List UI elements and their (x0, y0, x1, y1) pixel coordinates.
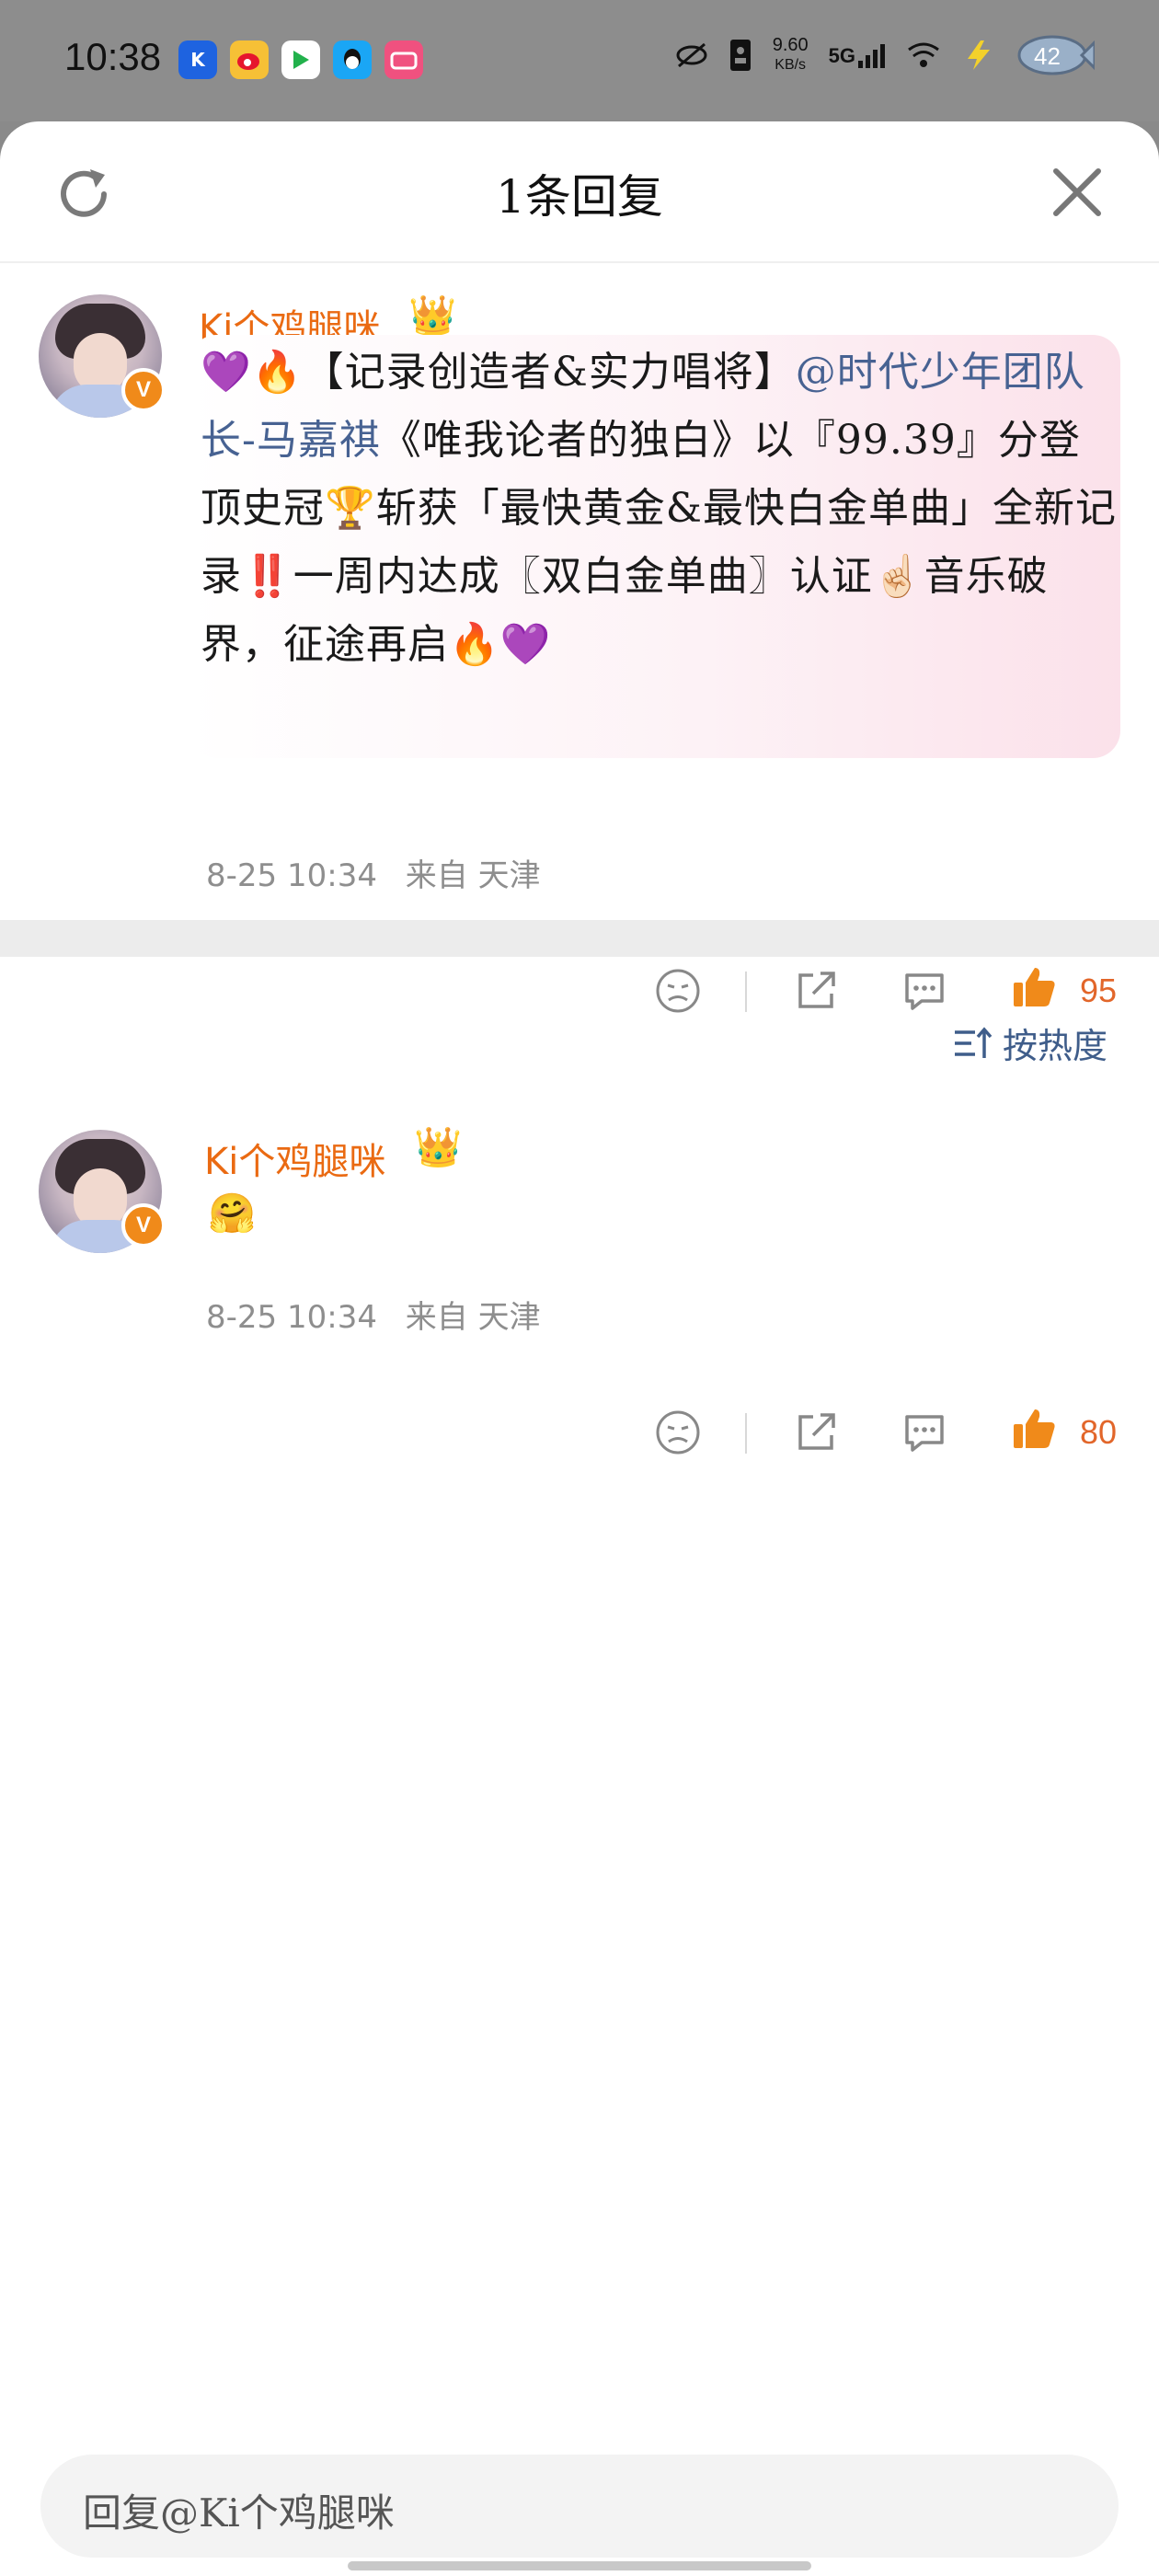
reply-emoji: 🤗 (208, 1190, 257, 1236)
reply-location: 来自 天津 (405, 1299, 541, 1336)
battery-indicator: 42 (1016, 31, 1096, 79)
notification-app-icons: K (178, 40, 423, 79)
avatar[interactable]: V (39, 1130, 166, 1253)
eye-off-icon (676, 42, 707, 68)
status-bar: 10:38 K 9.60 KB/s 5G 42 (0, 0, 1159, 121)
comment-text-part: 💜🔥【记录创造者&实力唱将】 (201, 349, 796, 396)
cell-signal: 5G (829, 42, 885, 68)
like-count: 80 (1080, 1413, 1118, 1451)
share-icon[interactable] (791, 1408, 841, 1457)
comment-timestamp: 8-25 10:34 (206, 857, 377, 894)
sort-label: 按热度 (1002, 1026, 1107, 1066)
close-icon[interactable] (1047, 162, 1107, 223)
kuaishou-icon: K (178, 40, 217, 79)
sort-icon (954, 1026, 993, 1058)
share-icon[interactable] (791, 966, 841, 1016)
bilibili-icon (384, 40, 423, 79)
like-icon[interactable] (1010, 1404, 1060, 1454)
status-time: 10:38 (64, 35, 162, 78)
comment-meta: 8-25 10:34 来自 天津 (206, 850, 541, 895)
signal-bars-icon (858, 44, 885, 68)
charging-icon (968, 40, 990, 70)
verified-badge: V (121, 1203, 166, 1248)
reply-timestamp: 8-25 10:34 (206, 1299, 377, 1336)
sheet-title: 1条回复 (496, 170, 663, 224)
dislike-face-icon[interactable] (653, 1408, 703, 1457)
network-speed: 9.60 KB/s (773, 35, 809, 75)
qq-icon (333, 40, 372, 79)
like-count: 95 (1080, 972, 1118, 1009)
comment-icon[interactable] (900, 1408, 949, 1457)
weibo-icon (230, 40, 269, 79)
play-store-icon (281, 40, 320, 79)
action-divider (745, 972, 747, 1012)
crown-badge-icon: 👑 (414, 1124, 463, 1169)
sim-card-icon (729, 40, 751, 71)
home-indicator[interactable] (348, 2561, 811, 2570)
network-speed-value: 9.60 (772, 35, 809, 55)
status-indicators: 9.60 KB/s 5G 42 (675, 31, 1096, 79)
dislike-face-icon[interactable] (653, 966, 703, 1016)
reply-input-placeholder: 回复@Ki个鸡腿咪 (83, 2490, 395, 2536)
comment-text: 💜🔥【记录创造者&实力唱将】@时代少年团队长-马嘉祺《唯我论者的独白》以『99.… (201, 339, 1120, 679)
avatar[interactable]: V (39, 294, 166, 418)
reply-meta: 8-25 10:34 来自 天津 (206, 1292, 541, 1337)
comment-icon[interactable] (900, 966, 949, 1016)
sort-button[interactable]: 按热度 (953, 1018, 1107, 1068)
action-divider (745, 1413, 747, 1454)
section-divider (0, 920, 1159, 957)
comment-location: 来自 天津 (405, 857, 541, 894)
wifi-icon (908, 42, 939, 67)
network-speed-unit: KB/s (775, 57, 807, 73)
replies-sheet: 1条回复 V Ki个鸡腿咪 👑 💜🔥【记录创造者&实力唱将】@时代少年团队长-马… (0, 121, 1159, 2576)
username[interactable]: Ki个鸡腿咪 (204, 1132, 385, 1185)
reply-input[interactable]: 回复@Ki个鸡腿咪 (40, 2455, 1119, 2558)
battery-level: 42 (1034, 42, 1061, 70)
signal-type: 5G (828, 44, 855, 67)
like-icon[interactable] (1010, 962, 1060, 1012)
sheet-header: 1条回复 (0, 121, 1159, 263)
verified-badge: V (121, 368, 166, 412)
crown-badge-icon: 👑 (408, 293, 457, 338)
